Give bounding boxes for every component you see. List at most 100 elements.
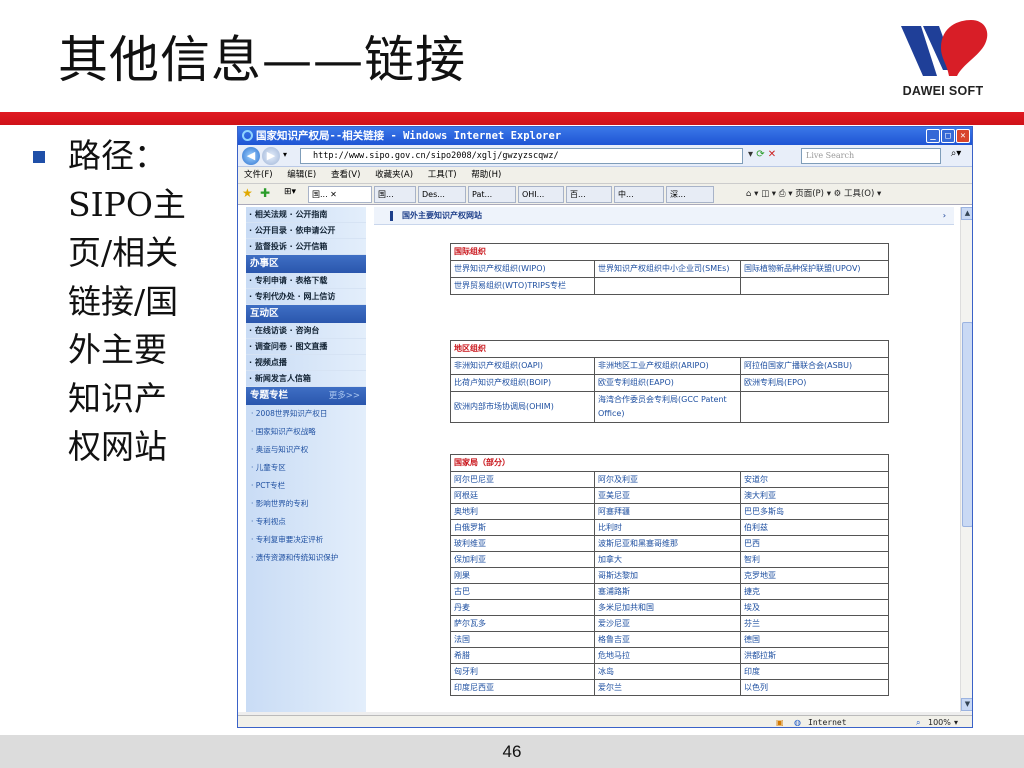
country-link-cell[interactable]: 丹麦: [450, 599, 595, 616]
country-link-cell[interactable]: 玻利维亚: [450, 535, 595, 552]
country-link-cell[interactable]: 多米尼加共和国: [594, 599, 741, 616]
country-link-cell[interactable]: 以色列: [740, 679, 889, 696]
country-link-cell[interactable]: 阿尔及利亚: [594, 471, 741, 488]
country-link-cell[interactable]: 阿尔巴尼亚: [450, 471, 595, 488]
sidebar-item[interactable]: · 2008世界知识产权日: [246, 405, 366, 423]
search-icon[interactable]: ⌕▾: [945, 148, 967, 164]
more-link[interactable]: 更多>>: [329, 387, 360, 405]
tab[interactable]: Des...: [418, 186, 466, 203]
country-link-cell[interactable]: 爱沙尼亚: [594, 615, 741, 632]
country-link-cell[interactable]: 匈牙利: [450, 663, 595, 680]
minimize-icon[interactable]: _: [926, 129, 940, 143]
country-link-cell[interactable]: 克罗地亚: [740, 567, 889, 584]
vertical-scrollbar[interactable]: ▲ ▼: [960, 207, 972, 712]
sidebar-item[interactable]: · PCT专栏: [246, 477, 366, 495]
sidebar-link-row[interactable]: · 在线访谈 · 咨询台: [246, 323, 366, 339]
link-cell[interactable]: 世界知识产权组织中小企业司(SMEs): [594, 260, 741, 278]
country-link-cell[interactable]: 白俄罗斯: [450, 519, 595, 536]
country-link-cell[interactable]: 阿根廷: [450, 487, 595, 504]
link-cell[interactable]: 世界知识产权组织(WIPO): [450, 260, 595, 278]
country-link-cell[interactable]: 塞浦路斯: [594, 583, 741, 600]
country-link-cell[interactable]: 法国: [450, 631, 595, 648]
refresh-stop-icons[interactable]: ▾ ⟳ ✕: [748, 149, 798, 163]
quick-tabs-icon[interactable]: ⊞▾: [284, 187, 296, 197]
link-cell[interactable]: 海湾合作委员会专利局(GCC Patent Office): [594, 391, 741, 423]
command-bar[interactable]: ⌂ ▾ ◫ ▾ ⎙ ▾ 页面(P) ▾ ⚙ 工具(O) ▾: [746, 187, 881, 202]
tab-active[interactable]: 国... ✕: [308, 186, 372, 203]
country-link-cell[interactable]: 刚果: [450, 567, 595, 584]
menu-file[interactable]: 文件(F): [244, 170, 273, 180]
country-link-cell[interactable]: 危地马拉: [594, 647, 741, 664]
country-link-cell[interactable]: 哥斯达黎加: [594, 567, 741, 584]
link-cell[interactable]: 欧洲内部市场协调局(OHIM): [450, 391, 595, 423]
favorites-star-icon[interactable]: ★: [242, 186, 253, 200]
link-cell[interactable]: 比荷卢知识产权组织(BOIP): [450, 374, 595, 392]
back-icon[interactable]: ◀: [242, 147, 260, 165]
country-link-cell[interactable]: 捷克: [740, 583, 889, 600]
tab[interactable]: 深...: [666, 186, 714, 203]
tab[interactable]: OHI...: [518, 186, 564, 203]
sidebar-link-row[interactable]: · 专利申请 · 表格下载: [246, 273, 366, 289]
menu-help[interactable]: 帮助(H): [471, 170, 501, 180]
country-link-cell[interactable]: 洪都拉斯: [740, 647, 889, 664]
search-input[interactable]: Live Search: [801, 148, 941, 164]
sidebar-item[interactable]: · 奥运与知识产权: [246, 441, 366, 459]
country-link-cell[interactable]: 智利: [740, 551, 889, 568]
country-link-cell[interactable]: 芬兰: [740, 615, 889, 632]
country-link-cell[interactable]: 波斯尼亚和黑塞哥维那: [594, 535, 741, 552]
country-link-cell[interactable]: 澳大利亚: [740, 487, 889, 504]
country-link-cell[interactable]: 德国: [740, 631, 889, 648]
maximize-icon[interactable]: □: [941, 129, 955, 143]
sidebar-link-row[interactable]: · 公开目录 · 依申请公开: [246, 223, 366, 239]
country-link-cell[interactable]: 保加利亚: [450, 551, 595, 568]
country-link-cell[interactable]: 阿塞拜疆: [594, 503, 741, 520]
country-link-cell[interactable]: 埃及: [740, 599, 889, 616]
country-link-cell[interactable]: 加拿大: [594, 551, 741, 568]
country-link-cell[interactable]: 比利时: [594, 519, 741, 536]
add-favorite-icon[interactable]: ✚: [260, 186, 270, 200]
sidebar-item[interactable]: · 国家知识产权战略: [246, 423, 366, 441]
link-cell[interactable]: 非洲知识产权组织(OAPI): [450, 357, 595, 375]
country-link-cell[interactable]: 印度: [740, 663, 889, 680]
menu-view[interactable]: 查看(V): [331, 170, 360, 180]
sidebar-link-row[interactable]: · 专利代办处 · 网上信访: [246, 289, 366, 305]
tab[interactable]: 百...: [566, 186, 612, 203]
zoom-icon[interactable]: ⌕: [916, 716, 920, 727]
sidebar-link-row[interactable]: · 监督投诉 · 公开信箱: [246, 239, 366, 255]
country-link-cell[interactable]: 安道尔: [740, 471, 889, 488]
close-icon[interactable]: ✕: [956, 129, 970, 143]
menu-tools[interactable]: 工具(T): [428, 170, 457, 180]
menu-edit[interactable]: 编辑(E): [287, 170, 316, 180]
country-link-cell[interactable]: 希腊: [450, 647, 595, 664]
tab[interactable]: 国...: [374, 186, 416, 203]
scroll-down-icon[interactable]: ▼: [961, 698, 972, 711]
link-cell[interactable]: 阿拉伯国家广播联合会(ASBU): [740, 357, 889, 375]
forward-icon[interactable]: ▶: [262, 147, 280, 165]
country-link-cell[interactable]: 爱尔兰: [594, 679, 741, 696]
zoom-level[interactable]: 100%: [928, 716, 951, 727]
country-link-cell[interactable]: 奥地利: [450, 503, 595, 520]
sidebar-item[interactable]: · 专利复审要决定评析: [246, 531, 366, 549]
link-cell[interactable]: 欧亚专利组织(EAPO): [594, 374, 741, 392]
sidebar-link-row[interactable]: · 相关法规 · 公开指南: [246, 207, 366, 223]
country-link-cell[interactable]: 巴巴多斯岛: [740, 503, 889, 520]
sidebar-link-row[interactable]: · 新闻发言人信箱: [246, 371, 366, 387]
address-input[interactable]: http://www.sipo.gov.cn/sipo2008/xglj/gwz…: [300, 148, 743, 164]
scrollbar-thumb[interactable]: [962, 322, 972, 527]
menu-favorites[interactable]: 收藏夹(A): [375, 170, 413, 180]
tab[interactable]: 中...: [614, 186, 664, 203]
link-cell[interactable]: 世界贸易组织(WTO)TRIPS专栏: [450, 277, 595, 295]
country-link-cell[interactable]: 亚美尼亚: [594, 487, 741, 504]
chevron-right-icon[interactable]: ›: [943, 207, 946, 225]
country-link-cell[interactable]: 巴西: [740, 535, 889, 552]
sidebar-item[interactable]: · 遗传资源和传统知识保护: [246, 549, 366, 567]
history-dropdown-icon[interactable]: ▾: [283, 150, 287, 159]
scroll-up-icon[interactable]: ▲: [961, 207, 972, 220]
country-link-cell[interactable]: 古巴: [450, 583, 595, 600]
country-link-cell[interactable]: 伯利兹: [740, 519, 889, 536]
tab[interactable]: Pat...: [468, 186, 516, 203]
sidebar-item[interactable]: · 专利视点: [246, 513, 366, 531]
sidebar-link-row[interactable]: · 调查问卷 · 图文直播: [246, 339, 366, 355]
link-cell[interactable]: 非洲地区工业产权组织(ARIPO): [594, 357, 741, 375]
link-cell[interactable]: 欧洲专利局(EPO): [740, 374, 889, 392]
